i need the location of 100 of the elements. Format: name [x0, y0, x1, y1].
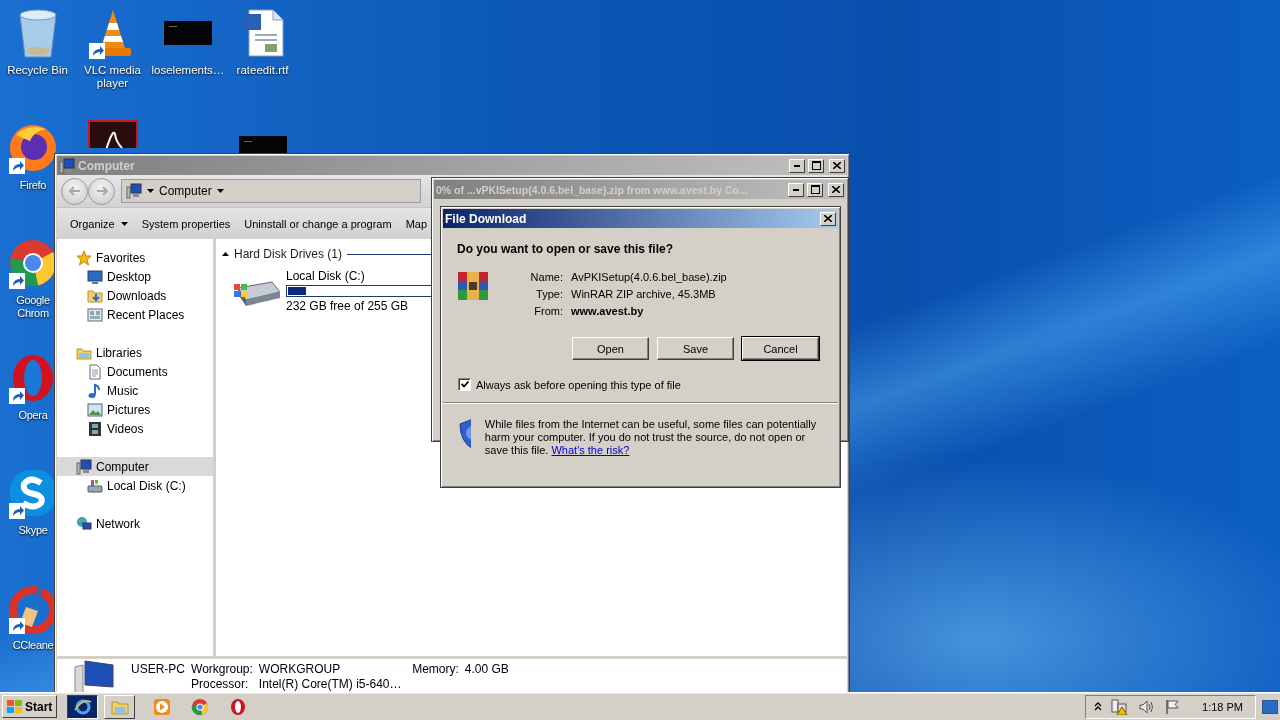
detail-label: Memory:	[412, 662, 459, 676]
dialog-button[interactable]: Open	[572, 337, 649, 360]
computer-icon	[59, 157, 75, 174]
toolbar-button[interactable]: Uninstall or change a program	[237, 217, 399, 230]
taskbar-button[interactable]	[67, 694, 99, 719]
pdf-reader-icon	[87, 120, 138, 148]
nav-item[interactable]: Downloads	[57, 286, 213, 305]
detail-value: WORKGROUP	[258, 662, 341, 676]
back-arrow-icon	[68, 186, 81, 196]
monitor-icon	[87, 268, 103, 285]
maximize-button[interactable]	[807, 182, 823, 197]
close-icon	[824, 215, 832, 222]
desktop-icon-label[interactable]: VLC media player	[76, 64, 149, 90]
detail-value: Intel(R) Core(TM) i5-640…	[258, 677, 403, 691]
window-title: File Download	[445, 211, 528, 226]
folder-arrow-icon	[87, 287, 103, 304]
desktop-icon-label[interactable]: Opera	[18, 409, 48, 422]
windows-logo-icon	[7, 700, 22, 713]
caret-icon	[147, 189, 154, 193]
desktop-icon-label[interactable]: rateedit.rtf	[236, 64, 289, 77]
music-note-icon	[87, 382, 103, 399]
thumbnail-icon	[163, 21, 212, 45]
chevron-up-icon[interactable]	[1094, 702, 1103, 711]
ring-logo-icon	[230, 697, 247, 716]
nav-item[interactable]: Pictures	[57, 400, 213, 419]
computer-icon	[76, 458, 92, 475]
desktop-icon-label[interactable]: Recycle Bin	[7, 64, 68, 77]
recent-places-icon	[87, 306, 103, 323]
computer-icon	[73, 659, 117, 692]
dialog-button[interactable]: Cancel	[742, 337, 819, 360]
flag-icon[interactable]	[1165, 698, 1182, 715]
warning-text: While files from the Internet can be useful, some files can potentially harm your computer. If you do not trust the source, do not open or save this file. What's the risk?	[484, 418, 818, 457]
shield-question-icon	[459, 418, 471, 450]
minimize-button[interactable]	[789, 158, 805, 173]
film-strip-icon	[87, 420, 103, 437]
desktop-icon-label[interactable]: Skype	[18, 524, 48, 537]
toolbar-button[interactable]: System properties	[134, 217, 238, 230]
nav-item[interactable]: Network	[57, 514, 213, 533]
group-header[interactable]: Hard Disk Drives (1)	[234, 247, 342, 261]
nav-item[interactable]: Favorites	[57, 248, 213, 267]
start-button[interactable]: Start	[2, 695, 58, 718]
field-label: Name:	[529, 271, 563, 283]
picture-frame-icon	[87, 401, 103, 418]
minimize-button[interactable]	[788, 182, 804, 197]
maximize-icon	[811, 161, 821, 170]
nav-item[interactable]: Libraries	[57, 343, 213, 362]
computer-name: USER-PC	[131, 662, 185, 676]
close-icon	[833, 162, 841, 169]
address-bar[interactable]: Computer	[121, 179, 421, 203]
field-value: AvPKISetup(4.0.6.bel_base).zip	[571, 271, 727, 283]
drive-icon	[87, 477, 103, 494]
clock[interactable]: 1:18 PM	[1202, 700, 1243, 713]
dialog-button[interactable]: Save	[657, 337, 734, 360]
desktop-icon-label[interactable]: Firefo	[19, 179, 47, 192]
field-value: WinRAR ZIP archive, 45.3MB	[571, 288, 717, 300]
field-value: www.avest.by	[571, 305, 645, 317]
desktop-icon-label[interactable]: Google Chrom	[10, 294, 56, 320]
maximize-icon	[810, 185, 820, 194]
close-icon	[832, 186, 840, 193]
minimize-icon	[794, 164, 800, 167]
browser-icon	[191, 697, 210, 716]
document-icon	[240, 8, 285, 58]
browser-icon	[73, 697, 92, 716]
toolbar-button[interactable]: Map	[398, 217, 435, 230]
nav-item[interactable]: Documents	[57, 362, 213, 381]
nav-item[interactable]: Computer	[57, 457, 213, 476]
nav-item[interactable]: Music	[57, 381, 213, 400]
risk-link[interactable]: What's the risk?	[551, 444, 630, 456]
checkbox[interactable]	[458, 378, 471, 391]
desktop-icon-label[interactable]: loselements…	[151, 64, 224, 77]
close-button[interactable]	[828, 182, 844, 197]
nav-item[interactable]: Recent Places	[57, 305, 213, 324]
archive-icon	[457, 270, 489, 302]
network-icon	[76, 515, 92, 532]
desktop-icon-label[interactable]: CCleane	[12, 639, 54, 652]
nav-item[interactable]: Local Disk (C:)	[57, 476, 213, 495]
field-label: Type:	[535, 288, 563, 300]
nav-item[interactable]: Videos	[57, 419, 213, 438]
document-icon	[87, 363, 103, 380]
show-desktop-icon[interactable]	[1262, 699, 1278, 714]
minimize-icon	[793, 188, 799, 191]
network-warning-icon[interactable]	[1111, 698, 1130, 715]
caret-icon	[216, 189, 224, 193]
detail-value: 4.00 GB	[464, 662, 509, 676]
close-button[interactable]	[820, 211, 836, 226]
star-icon	[76, 249, 92, 266]
toolbar-button[interactable]: Organize	[63, 217, 135, 230]
checkbox-label: Always ask before opening this type of file	[476, 378, 681, 391]
window-title: Computer	[78, 158, 136, 173]
dropdown-caret-icon	[120, 221, 128, 226]
detail-label: Processor:	[191, 677, 250, 691]
ring-logo-icon	[10, 353, 56, 403]
nav-item[interactable]: Desktop	[57, 267, 213, 286]
close-button[interactable]	[829, 158, 845, 173]
computer-icon	[126, 183, 142, 199]
detail-label: Workgroup:	[191, 662, 253, 676]
folder-icon	[110, 698, 129, 715]
maximize-button[interactable]	[808, 158, 824, 173]
free-space-text: 232 GB free of 255 GB	[286, 299, 410, 313]
dialog-question: Do you want to open or save this file?	[456, 242, 675, 256]
